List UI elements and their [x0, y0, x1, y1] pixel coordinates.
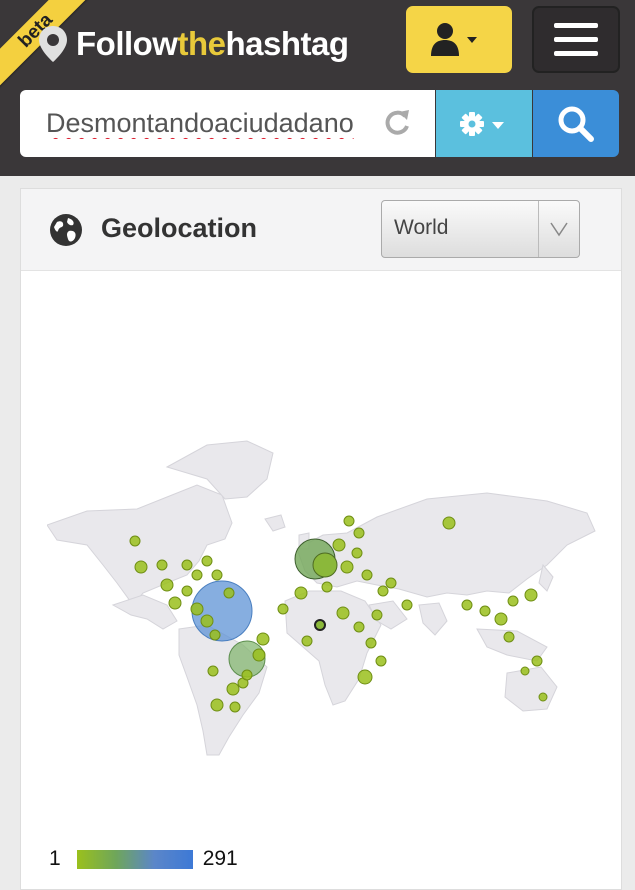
world-map[interactable] — [47, 415, 607, 775]
legend: 1 291 — [49, 847, 238, 871]
search-input[interactable]: Desmontandoaciudadano — [20, 90, 435, 157]
card-header: Geolocation World — [21, 189, 621, 271]
user-menu-button[interactable] — [406, 6, 512, 73]
refresh-icon[interactable] — [383, 108, 411, 138]
region-select[interactable]: World — [381, 200, 580, 258]
logo-text: Followthehashtag — [76, 25, 349, 62]
gear-icon — [460, 111, 504, 136]
chevron-down-icon — [538, 201, 579, 257]
globe-icon — [50, 214, 82, 246]
legend-max: 291 — [202, 847, 238, 870]
logo[interactable]: Followthehashtag — [36, 20, 349, 68]
region-select-value: World — [394, 216, 449, 239]
hamburger-menu-button[interactable] — [532, 6, 620, 73]
legend-gradient — [76, 849, 193, 869]
search-input-value: Desmontandoaciudadano — [46, 108, 354, 138]
search-icon — [558, 106, 594, 142]
geolocation-card: Geolocation World 1 291 — [20, 188, 622, 890]
settings-button[interactable] — [436, 90, 532, 157]
legend-min: 1 — [49, 847, 61, 870]
user-icon — [431, 22, 477, 56]
hamburger-icon — [554, 23, 598, 28]
card-title: Geolocation — [101, 213, 258, 243]
search-button[interactable] — [533, 90, 619, 157]
top-bar: beta Followthehashtag Desmontandoaciudad… — [0, 0, 635, 176]
pin-icon — [39, 26, 67, 62]
